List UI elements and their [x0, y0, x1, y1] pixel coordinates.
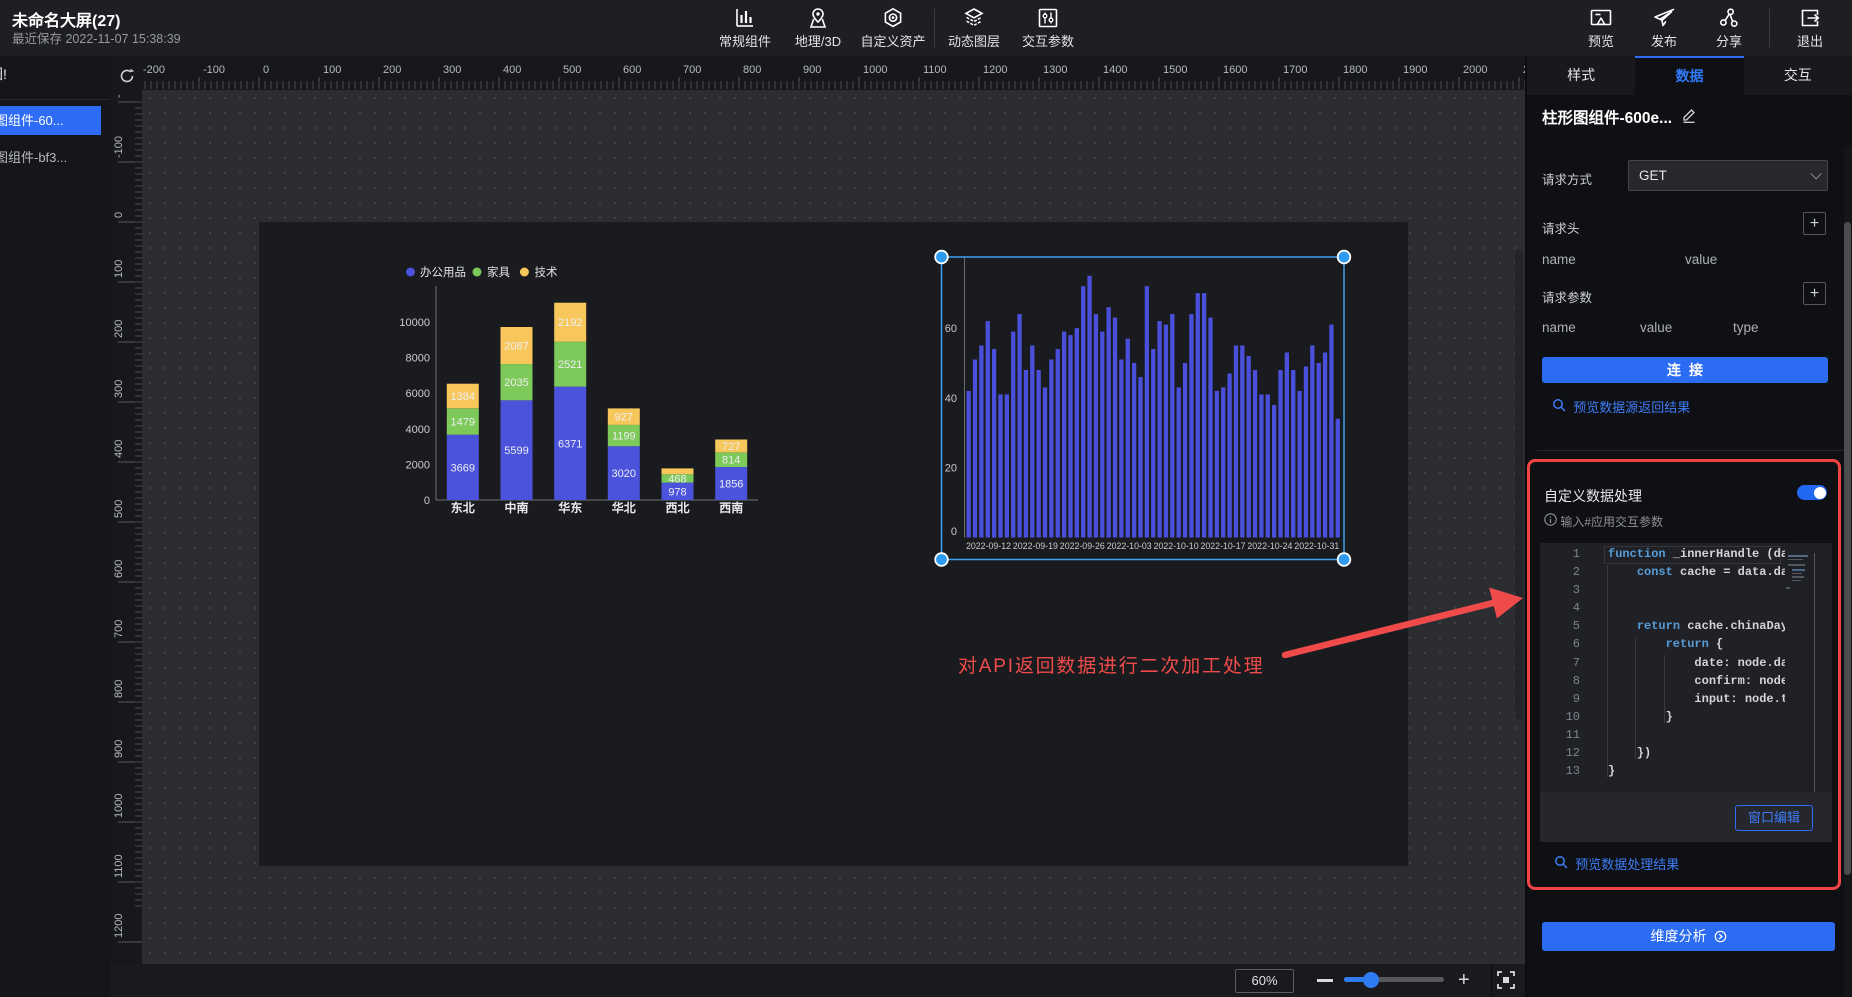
- svg-text:-100: -100: [113, 136, 125, 158]
- svg-text:2000: 2000: [1463, 64, 1487, 76]
- svg-text:900: 900: [803, 64, 821, 76]
- svg-text:1856: 1856: [719, 479, 743, 491]
- svg-text:6371: 6371: [558, 438, 582, 450]
- svg-text:1000: 1000: [863, 64, 887, 76]
- svg-text:3669: 3669: [451, 462, 475, 474]
- svg-text:-100: -100: [203, 64, 225, 76]
- svg-text:4000: 4000: [406, 424, 430, 436]
- svg-text:300: 300: [113, 380, 125, 398]
- svg-text:2087: 2087: [504, 341, 528, 353]
- svg-text:1200: 1200: [983, 64, 1007, 76]
- svg-text:10000: 10000: [399, 317, 430, 329]
- svg-text:727: 727: [722, 441, 740, 453]
- svg-text:40: 40: [945, 393, 957, 405]
- svg-text:500: 500: [113, 500, 125, 518]
- svg-text:1600: 1600: [1223, 64, 1247, 76]
- svg-text:100: 100: [323, 64, 341, 76]
- svg-text:700: 700: [683, 64, 701, 76]
- svg-text:600: 600: [113, 560, 125, 578]
- svg-text:1300: 1300: [1043, 64, 1067, 76]
- svg-text:2022-09-26: 2022-09-26: [1060, 541, 1105, 551]
- svg-text:814: 814: [722, 455, 740, 467]
- svg-text:1800: 1800: [1343, 64, 1367, 76]
- svg-text:2022-09-19: 2022-09-19: [1013, 541, 1058, 551]
- svg-text:2022-10-24: 2022-10-24: [1247, 541, 1292, 551]
- svg-text:1400: 1400: [1103, 64, 1127, 76]
- svg-text:60: 60: [945, 323, 957, 335]
- svg-text:1100: 1100: [923, 64, 947, 76]
- svg-text:-: -: [113, 94, 125, 98]
- svg-text:2022-10-31: 2022-10-31: [1294, 541, 1339, 551]
- svg-text:0: 0: [951, 526, 957, 538]
- svg-text:300: 300: [443, 64, 461, 76]
- svg-text:华东: 华东: [558, 500, 582, 515]
- svg-text:1100: 1100: [113, 854, 125, 878]
- svg-text:0: 0: [263, 64, 269, 76]
- svg-text:1384: 1384: [451, 391, 475, 403]
- svg-text:0: 0: [424, 495, 430, 507]
- svg-text:200: 200: [383, 64, 401, 76]
- svg-text:8000: 8000: [406, 353, 430, 365]
- svg-text:600: 600: [623, 64, 641, 76]
- svg-text:6000: 6000: [406, 388, 430, 400]
- svg-text:1000: 1000: [113, 794, 125, 818]
- svg-text:2000: 2000: [406, 459, 430, 471]
- svg-text:468: 468: [668, 473, 686, 485]
- svg-text:400: 400: [113, 440, 125, 458]
- svg-text:西南: 西南: [719, 500, 743, 515]
- svg-text:中南: 中南: [504, 500, 528, 515]
- svg-text:西北: 西北: [665, 500, 689, 515]
- svg-text:100: 100: [113, 260, 125, 278]
- svg-text:东北: 东北: [451, 500, 475, 515]
- svg-text:978: 978: [668, 486, 686, 498]
- svg-text:900: 900: [113, 740, 125, 758]
- svg-text:1200: 1200: [113, 914, 125, 938]
- svg-text:200: 200: [113, 320, 125, 338]
- svg-text:2022-10-03: 2022-10-03: [1107, 541, 1152, 551]
- svg-text:1900: 1900: [1403, 64, 1427, 76]
- svg-text:华北: 华北: [612, 500, 636, 515]
- svg-text:办公用品: 办公用品: [420, 265, 466, 279]
- svg-text:1479: 1479: [451, 417, 475, 429]
- svg-text:2022-10-17: 2022-10-17: [1201, 541, 1246, 551]
- svg-text:0: 0: [113, 212, 125, 218]
- svg-text:-200: -200: [143, 64, 165, 76]
- svg-text:927: 927: [615, 412, 633, 424]
- svg-text:500: 500: [563, 64, 581, 76]
- svg-text:家具: 家具: [487, 265, 510, 279]
- svg-text:2192: 2192: [558, 317, 582, 329]
- svg-text:400: 400: [503, 64, 521, 76]
- svg-text:2521: 2521: [558, 359, 582, 371]
- svg-text:2035: 2035: [504, 377, 528, 389]
- svg-text:1199: 1199: [612, 431, 636, 443]
- svg-text:800: 800: [743, 64, 761, 76]
- svg-text:1700: 1700: [1283, 64, 1307, 76]
- svg-text:2022-10-10: 2022-10-10: [1154, 541, 1199, 551]
- svg-text:700: 700: [113, 620, 125, 638]
- svg-text:20: 20: [945, 463, 957, 475]
- svg-text:2022-09-12: 2022-09-12: [966, 541, 1011, 551]
- svg-text:800: 800: [113, 680, 125, 698]
- svg-text:5599: 5599: [504, 445, 528, 457]
- svg-text:1500: 1500: [1163, 64, 1187, 76]
- svg-text:3020: 3020: [612, 468, 636, 480]
- svg-text:技术: 技术: [535, 266, 558, 279]
